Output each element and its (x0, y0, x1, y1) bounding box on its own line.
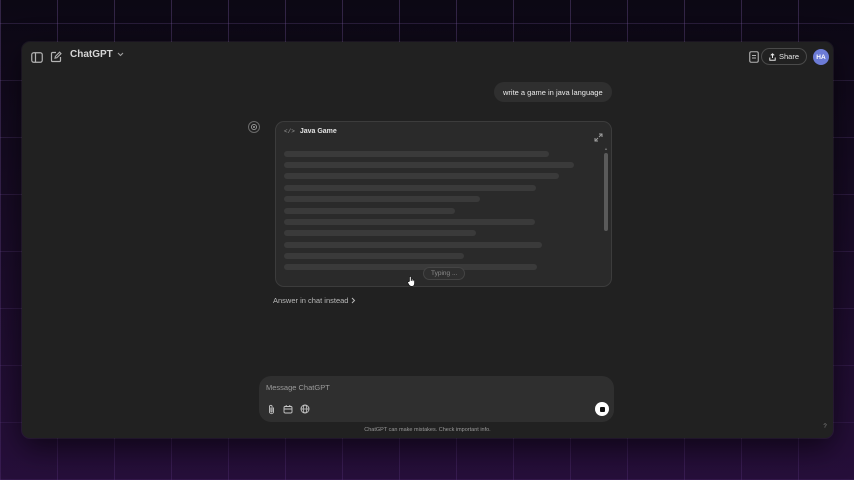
code-line-placeholder (284, 242, 542, 248)
sidebar-toggle-icon[interactable] (28, 48, 46, 66)
share-label: Share (778, 52, 799, 61)
model-selector[interactable]: ChatGPT (70, 49, 124, 60)
scrollbar-up-arrow[interactable]: ▲ (604, 146, 608, 151)
code-line-placeholder (284, 162, 574, 168)
scrollbar-thumb[interactable] (604, 153, 608, 231)
answer-in-chat-label: Answer in chat instead (273, 296, 349, 305)
stop-icon (599, 406, 605, 412)
new-chat-icon[interactable] (47, 48, 65, 66)
stop-generating-button[interactable] (595, 402, 609, 416)
user-message-bubble: write a game in java language (494, 82, 612, 102)
assistant-logo-icon (248, 121, 260, 133)
canvas-header: </> Java Game (284, 128, 337, 135)
paperclip-icon[interactable] (265, 403, 277, 415)
help-button[interactable]: ? (820, 422, 830, 432)
chevron-right-icon (352, 297, 356, 304)
answer-in-chat-link[interactable]: Answer in chat instead (273, 296, 356, 305)
typing-indicator: Typing ... (423, 267, 466, 280)
tools-icon[interactable] (282, 403, 294, 415)
globe-icon[interactable] (299, 403, 311, 415)
code-line-placeholder (284, 219, 535, 225)
top-bar: ChatGPT Share HA (22, 42, 833, 72)
avatar[interactable]: HA (813, 49, 829, 65)
message-input[interactable]: Message ChatGPT (266, 383, 330, 392)
code-line-placeholder (284, 264, 537, 270)
model-label: ChatGPT (70, 49, 113, 60)
disclaimer-text: ChatGPT can make mistakes. Check importa… (364, 427, 491, 433)
message-composer[interactable]: Message ChatGPT (259, 376, 614, 422)
code-line-placeholder (284, 230, 476, 236)
mouse-cursor-icon (407, 274, 415, 287)
canvas-code-card[interactable]: </> Java Game ▲ Typing ... (275, 121, 612, 287)
code-line-placeholder (284, 208, 455, 214)
code-line-placeholder (284, 196, 480, 202)
chevron-down-icon (117, 52, 124, 57)
canvas-title: Java Game (299, 128, 337, 135)
code-icon: </> (284, 128, 295, 135)
share-button[interactable]: Share (760, 48, 807, 65)
chat-window: ChatGPT Share HA write a game in java la… (22, 42, 833, 438)
code-line-placeholder (284, 173, 559, 179)
share-icon (769, 52, 776, 61)
code-line-placeholder (284, 185, 536, 191)
code-line-placeholder (284, 253, 464, 259)
code-line-placeholder (284, 151, 549, 157)
expand-icon[interactable] (594, 129, 603, 142)
